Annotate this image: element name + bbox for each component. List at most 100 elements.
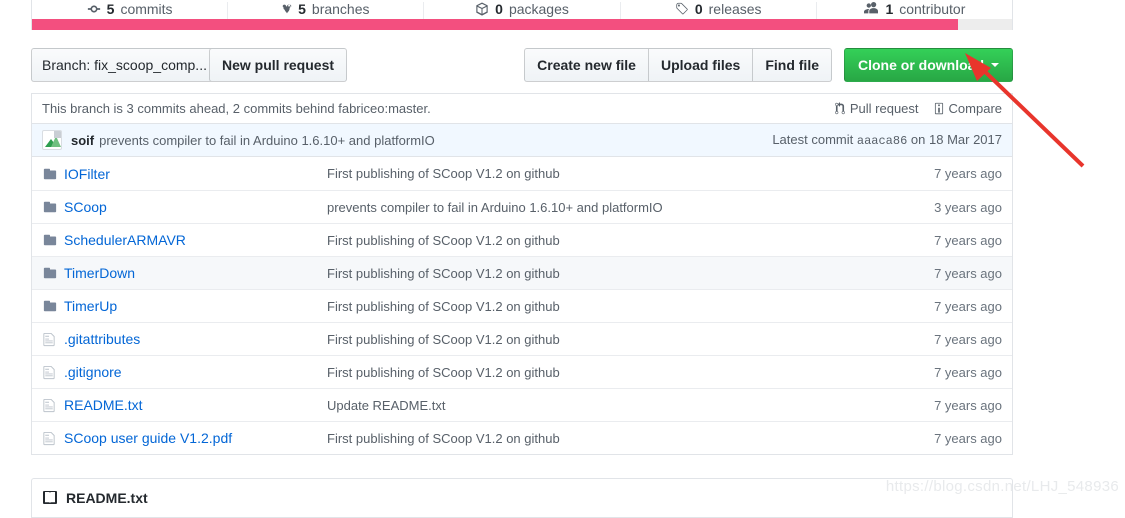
commit-age-cell: 7 years ago xyxy=(934,166,1002,181)
tag-icon xyxy=(675,2,689,16)
stat-branches-count: 5 xyxy=(298,1,306,17)
folder-icon xyxy=(42,200,64,214)
stat-contributors-label: contributor xyxy=(899,1,966,17)
stat-contributors-count: 1 xyxy=(885,1,894,17)
language-bar xyxy=(31,19,1013,30)
file-name-link[interactable]: SCoop user guide V1.2.pdf xyxy=(64,430,232,446)
commit-age-cell: 3 years ago xyxy=(934,199,1002,215)
create-new-file-button[interactable]: Create new file xyxy=(524,48,648,82)
file-name-link[interactable]: SCoop xyxy=(64,199,107,215)
find-file-button[interactable]: Find file xyxy=(752,48,832,82)
table-row[interactable]: TimerUp First publishing of SCoop V1.2 on… xyxy=(32,289,1012,322)
latest-commit-bar: soif prevents compiler to fail in Arduin… xyxy=(31,123,1013,157)
commit-date: on 18 Mar 2017 xyxy=(910,132,1002,147)
commit-message-cell[interactable]: First publishing of SCoop V1.2 on github xyxy=(327,332,892,347)
file-icon xyxy=(42,398,64,413)
repo-stats-list: 5 commits 5 branches 0 packages 0 releas… xyxy=(32,0,1012,19)
branch-status-bar: This branch is 3 commits ahead, 2 commit… xyxy=(31,93,1013,123)
pull-request-label: Pull request xyxy=(849,101,919,116)
file-name-cell: SCoop xyxy=(64,199,327,215)
commit-message-cell[interactable]: First publishing of SCoop V1.2 on github xyxy=(327,299,892,314)
commit-author[interactable]: soif xyxy=(71,133,94,148)
commit-message-cell[interactable]: First publishing of SCoop V1.2 on github xyxy=(327,166,892,181)
chevron-down-icon xyxy=(991,63,999,67)
commit-message-cell[interactable]: First publishing of SCoop V1.2 on github xyxy=(327,431,892,446)
commit-age-cell: 7 years ago xyxy=(934,265,1002,281)
table-row[interactable]: SCoop user guide V1.2.pdf First publishin… xyxy=(32,421,1012,454)
file-name-link[interactable]: TimerUp xyxy=(64,298,117,314)
stat-contributors[interactable]: 1 contributor xyxy=(817,2,1012,19)
file-buttons: Create new file Upload files Find file xyxy=(524,48,832,82)
stat-commits-count: 5 xyxy=(106,1,115,17)
compare-link[interactable]: Compare xyxy=(933,101,1002,116)
repo-stats-bar: 5 commits 5 branches 0 packages 0 releas… xyxy=(31,0,1013,19)
stat-commits[interactable]: 5 commits xyxy=(32,1,229,19)
table-row[interactable]: IOFilter First publishing of SCoop V1.2 o… xyxy=(32,157,1012,190)
file-name-link[interactable]: SchedulerARMAVR xyxy=(64,232,186,248)
commit-age-cell: 7 years ago xyxy=(934,331,1002,347)
git-pull-request-icon xyxy=(834,102,846,115)
table-row[interactable]: TimerDown First publishing of SCoop V1.2 … xyxy=(32,256,1012,289)
commit-sha[interactable]: aaaca86 xyxy=(857,134,907,148)
avatar xyxy=(42,130,62,150)
stat-releases-count: 0 xyxy=(694,1,703,17)
file-icon xyxy=(42,365,64,380)
table-row[interactable]: SchedulerARMAVR First publishing of SCoop… xyxy=(32,223,1012,256)
pull-request-link[interactable]: Pull request xyxy=(834,101,919,116)
repo-toolbar: Branch: fix_scoop_comp... New pull reque… xyxy=(31,48,1013,82)
compare-label: Compare xyxy=(948,101,1002,116)
folder-icon xyxy=(42,266,64,280)
file-name-cell: TimerUp xyxy=(64,298,327,314)
new-pull-request-button[interactable]: New pull request xyxy=(209,48,348,82)
stat-branches[interactable]: 5 branches xyxy=(228,1,425,19)
avatar-shape-d xyxy=(54,131,61,138)
clone-or-download-label: Clone or download xyxy=(858,57,984,73)
branch-status-text: This branch is 3 commits ahead, 2 commit… xyxy=(42,101,431,116)
language-segment-primary[interactable] xyxy=(32,19,959,30)
commit-age-cell: 7 years ago xyxy=(934,232,1002,248)
table-row[interactable]: .gitignore First publishing of SCoop V1.2… xyxy=(32,355,1012,388)
file-name-cell: .gitattributes xyxy=(64,331,327,347)
commit-message-cell[interactable]: Update README.txt xyxy=(327,398,892,413)
table-row[interactable]: SCoop prevents compiler to fail in Arduin… xyxy=(32,190,1012,223)
upload-files-button[interactable]: Upload files xyxy=(647,48,753,82)
stat-releases-label: releases xyxy=(708,1,762,17)
git-compare-icon xyxy=(933,102,945,115)
stat-packages-count: 0 xyxy=(495,1,503,17)
commit-message[interactable]: prevents compiler to fail in Arduino 1.6… xyxy=(99,133,435,148)
branch-selector-button[interactable]: Branch: fix_scoop_comp... xyxy=(31,48,233,82)
branch-icon xyxy=(282,2,292,16)
commit-age-cell: 7 years ago xyxy=(934,364,1002,380)
file-name-cell: TimerDown xyxy=(64,265,327,281)
file-name-cell: IOFilter xyxy=(64,166,327,182)
file-name-link[interactable]: TimerDown xyxy=(64,265,135,281)
people-icon xyxy=(863,2,879,16)
file-name-link[interactable]: IOFilter xyxy=(64,166,110,182)
file-name-cell: SCoop user guide V1.2.pdf xyxy=(64,430,327,446)
branch-selector-label: Branch: fix_scoop_comp... xyxy=(42,57,207,73)
commit-age-cell: 7 years ago xyxy=(934,430,1002,446)
stat-branches-label: branches xyxy=(311,1,370,17)
table-row[interactable]: .gitattributes First publishing of SCoop … xyxy=(32,322,1012,355)
file-name-link[interactable]: .gitignore xyxy=(64,364,122,380)
clone-or-download-button[interactable]: Clone or download xyxy=(844,48,1013,82)
commit-message-cell[interactable]: First publishing of SCoop V1.2 on github xyxy=(327,266,892,281)
file-name-cell: SchedulerARMAVR xyxy=(64,232,327,248)
commit-age-cell: 7 years ago xyxy=(934,397,1002,413)
file-name-link[interactable]: README.txt xyxy=(64,397,143,413)
table-row[interactable]: README.txt Update README.txt 7 years ago xyxy=(32,388,1012,421)
folder-icon xyxy=(42,233,64,247)
stat-releases[interactable]: 0 releases xyxy=(621,2,817,19)
stat-commits-label: commits xyxy=(120,1,173,17)
file-name-cell: .gitignore xyxy=(64,364,327,380)
commit-message-cell[interactable]: prevents compiler to fail in Arduino 1.6… xyxy=(327,200,892,215)
latest-commit-meta: Latest commit aaaca86 on 18 Mar 2017 xyxy=(772,132,1002,148)
file-table: IOFilter First publishing of SCoop V1.2 o… xyxy=(31,157,1013,455)
commit-message-cell[interactable]: First publishing of SCoop V1.2 on github xyxy=(327,233,892,248)
stat-packages[interactable]: 0 packages xyxy=(424,1,621,19)
commit-message-cell[interactable]: First publishing of SCoop V1.2 on github xyxy=(327,365,892,380)
folder-icon xyxy=(42,299,64,313)
commit-age-cell: 7 years ago xyxy=(934,298,1002,314)
file-name-link[interactable]: .gitattributes xyxy=(64,331,140,347)
stat-packages-label: packages xyxy=(508,1,569,17)
